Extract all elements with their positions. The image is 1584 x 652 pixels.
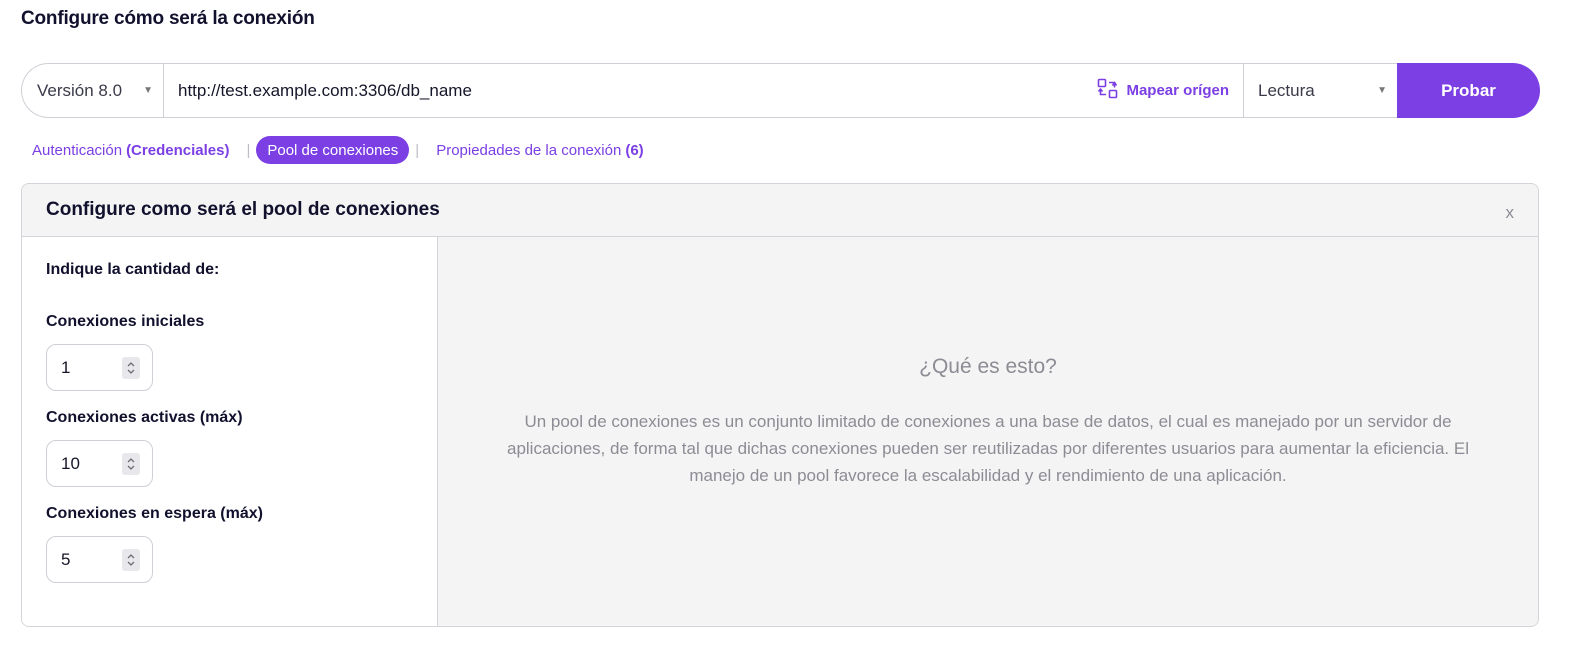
active-connections-stepper: [46, 440, 153, 487]
map-origin-label: Mapear orígen: [1126, 82, 1229, 99]
stepper-arrows-icon[interactable]: [122, 548, 140, 571]
tab-suffix: (6): [625, 141, 644, 159]
tab-connection-properties[interactable]: Propiedades de la conexión (6): [425, 136, 654, 164]
panel-title: Configure como será el pool de conexione…: [46, 199, 440, 220]
active-connections-label: Conexiones activas (máx): [46, 409, 243, 426]
tab-label: Autenticación: [32, 141, 123, 159]
map-origin-button[interactable]: Mapear orígen: [1087, 64, 1243, 117]
page-title: Configure cómo será la conexión: [21, 8, 315, 29]
close-button[interactable]: x: [1506, 203, 1515, 223]
connection-fields: Versión 8.0 ▼ Mapear orígen Lectura ▼: [21, 63, 1397, 118]
version-value: Versión 8.0: [37, 80, 123, 100]
info-text: Un pool de conexiones es un conjunto lim…: [506, 412, 1469, 485]
tab-label: Propiedades de la conexión: [436, 141, 622, 159]
info-pane: ¿Qué es esto? Un pool de conexiones es u…: [438, 237, 1538, 626]
caret-down-icon: ▼: [143, 85, 153, 96]
version-select[interactable]: Versión 8.0 ▼: [22, 64, 164, 117]
panel-body: Indique la cantidad de: Conexiones inici…: [22, 237, 1538, 626]
mode-select[interactable]: Lectura ▼: [1243, 64, 1397, 117]
stepper-arrows-icon[interactable]: [122, 356, 140, 379]
tab-label: Pool de conexiones: [267, 141, 399, 159]
mode-value: Lectura: [1258, 80, 1315, 100]
initial-connections-label: Conexiones iniciales: [46, 313, 205, 330]
tab-connection-pool[interactable]: Pool de conexiones: [256, 136, 410, 164]
tab-bar: Autenticación (Credenciales) | Pool de co…: [21, 136, 655, 164]
idle-connections-input[interactable]: [61, 549, 111, 570]
idle-connections-label: Conexiones en espera (máx): [46, 505, 263, 522]
intro-label: Indique la cantidad de:: [46, 261, 220, 278]
connection-bar: Versión 8.0 ▼ Mapear orígen Lectura ▼ Pr…: [21, 63, 1540, 118]
tab-suffix: (Credenciales): [126, 141, 230, 159]
stepper-arrows-icon[interactable]: [122, 452, 140, 475]
idle-connections-stepper: [46, 536, 153, 583]
pool-settings: Indique la cantidad de: Conexiones inici…: [22, 237, 438, 626]
pool-panel: Configure como será el pool de conexione…: [21, 183, 1539, 627]
panel-header: Configure como será el pool de conexione…: [22, 184, 1538, 237]
initial-connections-input[interactable]: [61, 357, 111, 378]
tab-separator: |: [415, 141, 420, 159]
tab-separator: |: [246, 141, 251, 159]
info-title: ¿Qué es esto?: [919, 355, 1057, 378]
url-input[interactable]: [164, 64, 1088, 117]
map-origin-icon: [1097, 78, 1118, 103]
test-button[interactable]: Probar: [1397, 63, 1540, 118]
caret-down-icon: ▼: [1377, 85, 1387, 96]
active-connections-input[interactable]: [61, 453, 111, 474]
tab-authentication[interactable]: Autenticación (Credenciales): [21, 136, 240, 164]
initial-connections-stepper: [46, 344, 153, 391]
